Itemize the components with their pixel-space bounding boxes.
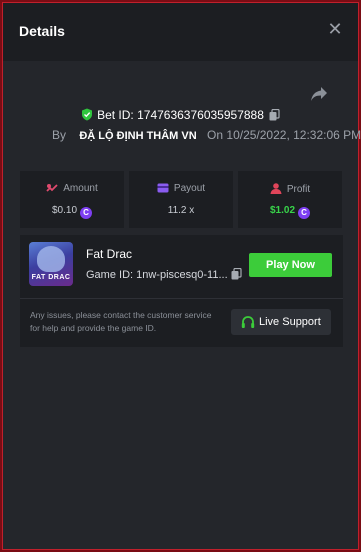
profit-icon [270, 183, 282, 194]
modal-title: Details [19, 23, 65, 39]
payout-icon [157, 183, 169, 193]
coin-icon: C [298, 207, 311, 219]
stat-payout-value: 11.2 x [167, 205, 195, 216]
coin-icon: C [80, 207, 93, 219]
stat-payout-label: Payout [173, 183, 206, 194]
headset-icon [241, 316, 255, 328]
bet-id-text: Bet ID: 1747636376035957888 [97, 108, 264, 122]
stat-amount-label: Amount [63, 183, 98, 194]
copy-icon[interactable] [269, 109, 280, 121]
username[interactable]: ĐẶ LỘ ĐỊNH THÂM VN [79, 130, 196, 142]
game-card: FAT DRAC Fat Drac Game ID: 1nw-piscesq0-… [20, 235, 343, 347]
divider [20, 298, 343, 299]
copy-icon[interactable] [231, 267, 242, 280]
details-modal: Details ✕ Bet ID: 1747636376035957888 By… [2, 2, 361, 550]
stat-payout-label-row: Payout [129, 183, 233, 194]
stat-profit-value: $1.02 [269, 205, 296, 216]
game-id-row: Game ID: 1nw-piscesq0-11... [86, 267, 242, 281]
live-support-label: Live Support [259, 316, 321, 328]
stat-profit-label: Profit [286, 184, 311, 195]
stat-payout: Payout 11.2 x [129, 171, 233, 228]
bet-id-row: Bet ID: 1747636376035957888 [3, 108, 358, 122]
modal-header: Details ✕ [3, 3, 358, 61]
dragon-art [37, 246, 65, 272]
on-label: On [207, 128, 224, 142]
stat-profit: Profit $1.02 C [238, 171, 342, 228]
support-hint-text: Any issues, please contact the customer … [30, 310, 212, 333]
stats-row: Amount $0.10 C Payout 11.2 x Profit $1.0… [20, 171, 343, 228]
shield-check-icon [82, 108, 93, 121]
bet-timestamp: 10/25/2022, 12:32:06 PM [226, 128, 361, 142]
play-now-button[interactable]: Play Now [249, 253, 332, 277]
stat-amount-value: $0.10 [51, 205, 78, 216]
game-thumbnail[interactable]: FAT DRAC [29, 242, 73, 286]
stat-amount-value-row: $0.10 C [20, 205, 124, 219]
live-support-button[interactable]: Live Support [231, 309, 331, 335]
amount-icon [46, 184, 58, 192]
share-icon[interactable] [310, 86, 328, 102]
by-prefix: By [52, 128, 67, 142]
game-name: Fat Drac [86, 247, 133, 261]
bet-meta-row: By ĐẶ LỘ ĐỊNH THÂM VN On 10/25/2022, 12:… [52, 128, 361, 142]
close-icon[interactable]: ✕ [326, 20, 344, 38]
game-thumbnail-title: FAT DRAC [31, 274, 71, 281]
game-id-text: Game ID: 1nw-piscesq0-11... [86, 269, 228, 281]
stat-profit-label-row: Profit [238, 183, 342, 195]
stat-profit-value-row: $1.02 C [238, 205, 342, 219]
stat-amount: Amount $0.10 C [20, 171, 124, 228]
stat-amount-label-row: Amount [20, 183, 124, 194]
